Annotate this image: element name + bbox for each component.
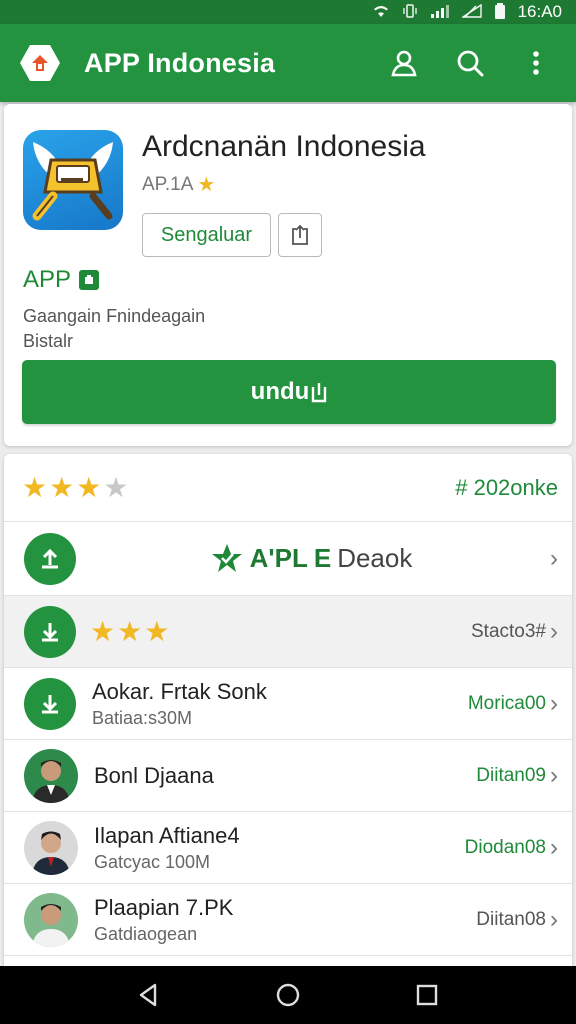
app-category-tag: APP	[23, 266, 100, 294]
list-item-name: Bonl Djaana	[94, 762, 214, 788]
system-nav-bar	[0, 966, 576, 1024]
list-item-sub: Gatcyac 100M	[94, 851, 211, 872]
app-bar: APP Indonesia	[0, 24, 576, 102]
rating-summary[interactable]: ★ ★ ★ ★ # 202onke	[4, 454, 572, 522]
wifi-icon	[372, 4, 390, 21]
star-empty-icon: ★	[103, 472, 129, 503]
list-item-sub: Gatdiaogean	[94, 923, 198, 944]
profile-icon[interactable]	[382, 41, 426, 85]
avatar	[24, 748, 78, 803]
rating-stars: ★ ★ ★ ★	[22, 471, 128, 504]
featured-prefix: A'PL	[249, 543, 308, 573]
search-icon[interactable]	[448, 41, 492, 85]
list-item-sub: Batiaa:s30M	[92, 707, 193, 728]
ratings-list-card: ★ ★ ★ ★ # 202onke A'PL E Deaok › ★ ★ ★ S…	[4, 454, 572, 984]
app-details-card: Ardcnanän Indonesia AP.1A ★ Sengaluar AP…	[4, 104, 572, 446]
item-right-value: Stacto3#	[471, 620, 546, 642]
star-icon: ★	[197, 174, 216, 196]
overflow-menu-icon[interactable]	[514, 41, 558, 85]
list-item-text: Ilapan Aftiane4 Gatcyac 100M	[94, 823, 465, 873]
list-item-rating[interactable]: ★ ★ ★ Stacto3# ›	[4, 596, 572, 668]
chevron-right-icon: ›	[550, 833, 558, 861]
list-item-name: Aokar. Frtak Sonk	[92, 678, 267, 704]
list-item[interactable]: Aokar. Frtak Sonk Batiaa:s30M Morica00 ›	[4, 668, 572, 740]
app-bar-title: APP Indonesia	[84, 47, 276, 78]
item-right-value: Diodan08	[464, 836, 546, 858]
app-icon[interactable]	[23, 130, 123, 230]
featured-label: A'PL E Deaok	[76, 542, 546, 576]
avatar	[24, 820, 78, 875]
app-name: Ardcnanän Indonesia	[142, 130, 426, 163]
download-button-label: undu	[250, 378, 310, 405]
share-icon	[292, 224, 308, 245]
star-icon: ★	[76, 472, 102, 503]
list-item-text: Bonl Djaana	[94, 763, 476, 789]
star-icon: ★	[144, 616, 170, 647]
list-item-name: Plaapian 7.PK	[94, 894, 234, 920]
vibrate-icon	[402, 3, 418, 21]
signal-icon	[430, 4, 450, 21]
download-box-icon	[312, 383, 327, 403]
app-meta: AP.1A ★	[142, 172, 215, 197]
list-item[interactable]: Plaapian 7.PK Gatdiaogean Diitan08 ›	[4, 884, 572, 956]
list-item-text: Aokar. Frtak Sonk Batiaa:s30M	[92, 679, 468, 729]
download-button[interactable]: undu	[22, 360, 556, 424]
status-time: 16:A0	[517, 2, 562, 21]
download-icon	[24, 605, 76, 658]
no-data-icon	[460, 3, 482, 21]
app-description-line: Bistalr	[23, 331, 74, 351]
recents-icon[interactable]	[413, 981, 441, 1009]
verified-badge-icon	[79, 270, 100, 290]
status-bar: 16:A0	[0, 0, 576, 24]
chevron-right-icon: ›	[550, 761, 558, 789]
featured-highlight: E	[313, 543, 332, 573]
list-item-name: Ilapan Aftiane4	[94, 822, 240, 848]
upload-icon	[24, 532, 76, 585]
item-right-value: Diitan08	[476, 908, 546, 930]
app-tag-label: APP	[23, 266, 72, 293]
star-icon: ★	[117, 616, 143, 647]
rating-count: # 202onke	[455, 474, 558, 500]
app-version: AP.1A	[142, 173, 194, 195]
chevron-right-icon: ›	[550, 689, 558, 717]
app-description-line: Gaangain Fnindeagain	[23, 306, 206, 326]
list-item-text: Plaapian 7.PK Gatdiaogean	[94, 895, 476, 945]
chevron-right-icon: ›	[550, 617, 558, 645]
home-logo-icon[interactable]	[20, 45, 60, 81]
avatar	[24, 892, 78, 947]
item-right-value: Diitan09	[476, 764, 546, 786]
list-item-featured[interactable]: A'PL E Deaok ›	[4, 522, 572, 596]
star-icon: ★	[90, 616, 116, 647]
list-item[interactable]: Bonl Djaana Diitan09 ›	[4, 740, 572, 812]
share-button[interactable]	[278, 213, 322, 257]
star-icon: ★	[22, 472, 48, 503]
chevron-right-icon: ›	[550, 905, 558, 933]
download-icon	[24, 677, 76, 730]
list-item[interactable]: Ilapan Aftiane4 Gatcyac 100M Diodan08 ›	[4, 812, 572, 884]
back-icon[interactable]	[135, 981, 163, 1009]
secondary-action-button[interactable]: Sengaluar	[142, 213, 271, 257]
app-description: Gaangain Fnindeagain Bistalr	[23, 304, 205, 354]
battery-icon	[494, 2, 506, 22]
star-icon: ★	[49, 472, 75, 503]
item-right-value: Morica00	[467, 692, 546, 714]
item-rating-stars: ★ ★ ★	[90, 615, 471, 648]
chevron-right-icon: ›	[550, 544, 558, 572]
home-icon[interactable]	[274, 981, 302, 1009]
featured-suffix: Deaok	[337, 543, 413, 573]
badge-star-icon	[211, 543, 242, 572]
